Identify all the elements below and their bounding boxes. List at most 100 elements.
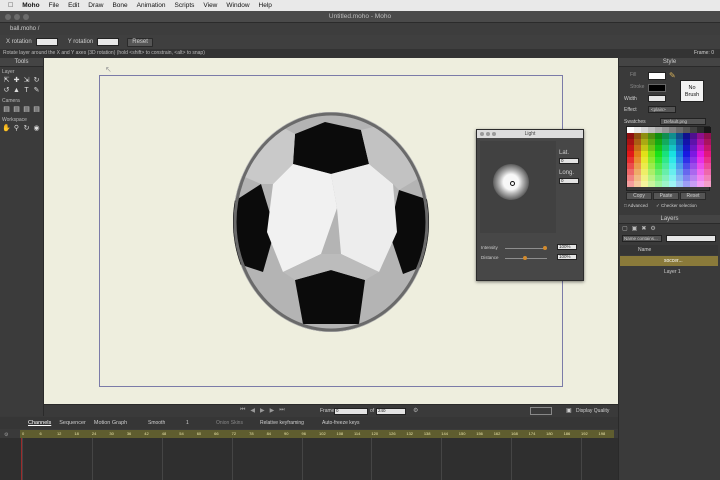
menu-app[interactable]: Moho <box>22 2 39 9</box>
scale-icon[interactable]: ⇲ <box>22 76 31 85</box>
orbit-icon[interactable]: ↻ <box>22 124 31 133</box>
frame-view-toggle[interactable] <box>530 407 552 415</box>
tab-sequencer[interactable]: Sequencer <box>59 420 86 426</box>
menu-animation[interactable]: Animation <box>137 2 166 9</box>
first-frame-icon[interactable]: ⏮ <box>240 407 245 414</box>
hand-icon[interactable]: ✋ <box>2 124 11 133</box>
lat-field[interactable]: 0 <box>559 158 579 164</box>
transform-layer-icon[interactable]: ⇱ <box>2 76 11 85</box>
step-field[interactable]: 1 <box>186 420 189 426</box>
y-rotation-field[interactable] <box>97 38 120 46</box>
total-frames-field[interactable]: 240 <box>376 408 406 415</box>
layer-settings-icon[interactable]: ⚙ <box>650 225 655 232</box>
last-frame-icon[interactable]: ⏭ <box>279 407 284 414</box>
tab-channels[interactable]: Channels <box>28 420 51 426</box>
delete-layer-icon[interactable]: ✖ <box>641 225 646 232</box>
zoom-button[interactable] <box>23 14 29 20</box>
copy-button[interactable]: Copy <box>626 192 652 200</box>
layer-filter-select[interactable]: Name contains... <box>622 235 662 242</box>
document-tab[interactable]: ball.moho / <box>0 23 720 35</box>
tab-motion-graph[interactable]: Motion Graph <box>94 420 127 426</box>
next-frame-icon[interactable]: ▶ <box>270 407 275 414</box>
menu-help[interactable]: Help <box>259 2 272 9</box>
long-field[interactable]: 0 <box>559 178 579 184</box>
swatch[interactable] <box>683 181 690 187</box>
text-tool-icon[interactable]: T <box>22 86 31 95</box>
layer-filter-input[interactable] <box>666 235 716 242</box>
close-tab-icon[interactable]: / <box>38 26 40 32</box>
stroke-color-swatch[interactable] <box>648 84 666 92</box>
translate-icon[interactable]: ✚ <box>12 76 21 85</box>
swatch-palette[interactable] <box>626 126 711 191</box>
eye-icon[interactable]: ◉ <box>32 124 41 133</box>
light-handle[interactable] <box>510 181 515 186</box>
playhead[interactable] <box>21 438 22 480</box>
shear-icon[interactable]: ▲ <box>12 86 21 95</box>
menu-window[interactable]: Window <box>226 2 249 9</box>
swatch[interactable] <box>662 181 669 187</box>
light-sphere[interactable] <box>493 164 529 200</box>
swatch[interactable] <box>641 181 648 187</box>
gear-icon[interactable]: ⚙ <box>413 407 418 414</box>
timeline-ruler[interactable]: 0 6 12 18 24 30 36 42 48 54 60 66 72 78 84 90 96 102 108 11… <box>20 430 614 438</box>
fill-color-swatch[interactable] <box>648 72 666 80</box>
distance-knob[interactable] <box>523 256 527 260</box>
minimize-button[interactable] <box>14 14 20 20</box>
menu-file[interactable]: File <box>49 2 59 9</box>
menu-bone[interactable]: Bone <box>112 2 127 9</box>
duplicate-layer-icon[interactable]: ▣ <box>632 225 638 232</box>
layer-row[interactable]: soccer... <box>620 256 718 266</box>
relative-keyframing-checkbox[interactable]: Relative keyframing <box>260 420 304 426</box>
effect-select[interactable]: <plain> <box>648 106 676 113</box>
swatch[interactable] <box>634 181 641 187</box>
swatch[interactable] <box>627 181 634 187</box>
pen-icon[interactable]: ✎ <box>32 86 41 95</box>
interpolation-select[interactable]: Smooth <box>148 420 165 426</box>
auto-freeze-checkbox[interactable]: Auto-freeze keys <box>322 420 360 426</box>
swatch[interactable] <box>669 181 676 187</box>
rotate-xy-icon[interactable]: ↺ <box>2 86 11 95</box>
frame-field[interactable]: 0 <box>334 408 368 415</box>
swatch[interactable] <box>704 181 711 187</box>
new-layer-icon[interactable]: ▢ <box>622 225 628 232</box>
zoom-camera-icon[interactable]: ▤ <box>12 105 21 114</box>
light-minimize-button[interactable] <box>486 132 490 136</box>
track-camera-icon[interactable]: ▤ <box>2 105 11 114</box>
intensity-slider[interactable] <box>505 248 547 249</box>
menu-view[interactable]: View <box>203 2 217 9</box>
pan-tilt-camera-icon[interactable]: ▤ <box>32 105 41 114</box>
paste-button[interactable]: Paste <box>653 192 679 200</box>
magnifier-icon[interactable]: ⚲ <box>12 124 21 133</box>
swatch[interactable] <box>676 181 683 187</box>
light-zoom-button[interactable] <box>492 132 496 136</box>
swatch[interactable] <box>655 181 662 187</box>
distance-field[interactable]: 100% <box>557 254 577 260</box>
checker-checkbox[interactable]: ✓ Checker selection <box>656 203 697 209</box>
intensity-knob[interactable] <box>543 246 547 250</box>
width-field[interactable] <box>648 95 666 102</box>
no-brush-button[interactable]: No Brush <box>680 80 704 102</box>
swatch[interactable] <box>697 181 704 187</box>
light-direction-pad[interactable] <box>480 141 556 233</box>
brush-icon[interactable]: ✎ <box>669 71 676 80</box>
swatches-select[interactable]: Default.png <box>660 118 706 125</box>
prev-frame-icon[interactable]: ◀ <box>250 407 255 414</box>
style-reset-button[interactable]: Reset <box>680 192 706 200</box>
layer-row[interactable]: Layer 1 <box>620 267 718 277</box>
menu-draw[interactable]: Draw <box>88 2 103 9</box>
roll-camera-icon[interactable]: ▤ <box>22 105 31 114</box>
light-close-button[interactable] <box>480 132 484 136</box>
menu-scripts[interactable]: Scripts <box>175 2 195 9</box>
onion-skins-button[interactable]: Onion Skins <box>216 420 243 426</box>
close-button[interactable] <box>5 14 11 20</box>
apple-icon[interactable]:  <box>8 2 13 9</box>
swatch[interactable] <box>648 181 655 187</box>
display-quality-label[interactable]: Display Quality <box>576 408 609 414</box>
rotate-icon[interactable]: ↻ <box>32 76 41 85</box>
quality-icon[interactable]: ▣ <box>566 407 572 414</box>
menu-edit[interactable]: Edit <box>68 2 79 9</box>
play-icon[interactable]: ▶ <box>260 407 265 414</box>
x-rotation-field[interactable] <box>35 38 58 46</box>
reset-button[interactable]: Reset <box>127 37 153 47</box>
advanced-checkbox[interactable]: □ Advanced <box>624 203 648 208</box>
